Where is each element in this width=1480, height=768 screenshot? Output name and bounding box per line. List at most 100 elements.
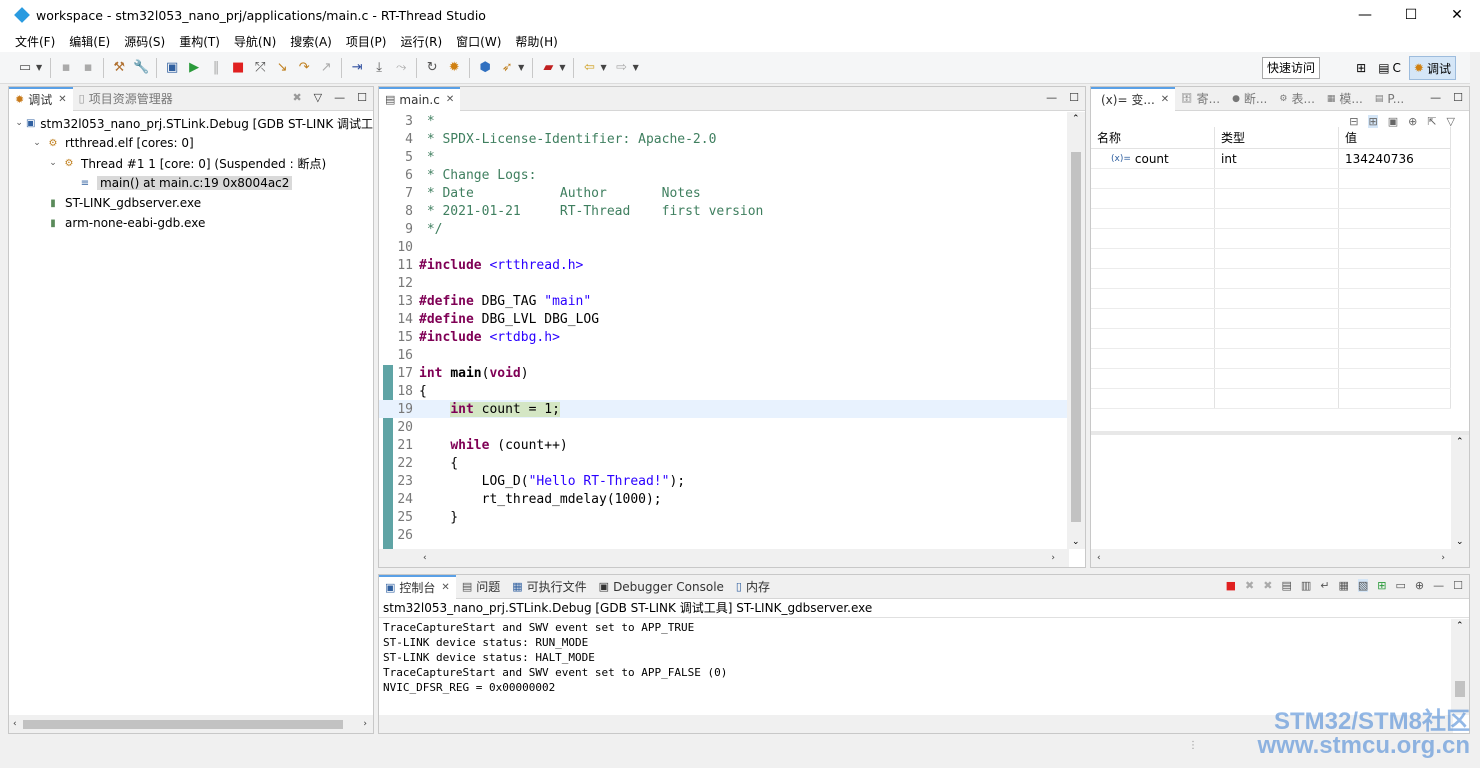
code-line[interactable]: 5 *: [379, 148, 1067, 166]
disconnect-icon[interactable]: ⤱: [249, 57, 271, 79]
code-line[interactable]: 21 while (count++): [379, 436, 1067, 454]
horizontal-scrollbar[interactable]: ‹ ›: [9, 715, 373, 733]
menu-item-0[interactable]: 文件(F): [8, 33, 62, 50]
code-line[interactable]: 18 {: [379, 382, 1067, 400]
horizontal-scrollbar[interactable]: ‹ ›: [379, 549, 1069, 567]
code-line[interactable]: 19 int count = 1;: [379, 400, 1067, 418]
close-tab-icon[interactable]: ✕: [446, 94, 454, 105]
code-line[interactable]: 16: [379, 346, 1067, 364]
perspective-debug-button[interactable]: ✹ 调试: [1408, 56, 1456, 80]
scroll-right-icon[interactable]: ›: [363, 719, 367, 729]
new-console-icon[interactable]: ⊕: [1415, 579, 1424, 592]
download-dropdown-icon[interactable]: ▼: [518, 63, 524, 72]
code-line[interactable]: 12: [379, 274, 1067, 292]
tab-project-explorer[interactable]: ▯ 项目资源管理器: [73, 87, 179, 111]
minimize-button[interactable]: —: [1342, 0, 1388, 30]
pin-console-icon[interactable]: ▧: [1357, 579, 1369, 592]
menu-item-7[interactable]: 运行(R): [393, 33, 449, 50]
code-line[interactable]: 7 * Date Author Notes: [379, 184, 1067, 202]
close-tab-icon[interactable]: ✕: [1161, 94, 1169, 105]
forward-dropdown-icon[interactable]: ▼: [633, 63, 639, 72]
scroll-down-icon[interactable]: ⌄: [1456, 537, 1464, 547]
open-console-icon[interactable]: ⊞: [1377, 579, 1386, 592]
console-icon[interactable]: ▣: [161, 57, 183, 79]
column-name-header[interactable]: 名称: [1091, 127, 1215, 148]
scroll-down-icon[interactable]: ⌄: [1072, 537, 1080, 547]
debug-tree-item[interactable]: ⌄ ⚙ Thread #1 1 [core: 0] (Suspended : 断点): [15, 153, 373, 173]
scroll-thumb[interactable]: [23, 720, 343, 729]
clear-console-icon[interactable]: ▤: [1281, 579, 1291, 592]
sdk-manager-icon[interactable]: ⬢: [474, 57, 496, 79]
minimize-view-icon[interactable]: —: [1433, 579, 1444, 592]
column-value-header[interactable]: 值: [1339, 127, 1451, 148]
minimize-view-icon[interactable]: —: [334, 91, 345, 104]
code-line[interactable]: 10: [379, 238, 1067, 256]
settings-wrench-icon[interactable]: 🔧: [130, 57, 152, 79]
code-line[interactable]: 24 rt_thread_mdelay(1000);: [379, 490, 1067, 508]
maximize-button[interactable]: ☐: [1388, 0, 1434, 30]
code-area[interactable]: 3 * 4 * SPDX-License-Identifier: Apache-2…: [379, 112, 1067, 549]
variables-tab-4[interactable]: ▦ 模...: [1321, 87, 1369, 111]
save-all-icon[interactable]: ▪: [77, 57, 99, 79]
debug-tree-item[interactable]: ⌄ ⚙ rtthread.elf [cores: 0]: [15, 133, 373, 153]
console-tab-4[interactable]: ▯ 内存: [730, 575, 776, 599]
console-output[interactable]: TraceCaptureStart and SWV event set to A…: [379, 618, 1469, 695]
code-line[interactable]: 22 {: [379, 454, 1067, 472]
console-tab-2[interactable]: ▦ 可执行文件: [506, 575, 592, 599]
close-tab-icon[interactable]: ✕: [441, 582, 449, 593]
scroll-left-icon[interactable]: ‹: [1097, 553, 1101, 563]
show-on-output-icon[interactable]: ▦: [1338, 579, 1348, 592]
debug-tree-item[interactable]: ≡ main() at main.c:19 0x8004ac2: [15, 173, 373, 193]
code-line[interactable]: 25 }: [379, 508, 1067, 526]
console-tab-0[interactable]: ▣ 控制台 ✕: [379, 574, 456, 599]
debug-bug-icon[interactable]: ✹: [443, 57, 465, 79]
vertical-scrollbar[interactable]: ⌃: [1451, 619, 1469, 715]
scroll-left-icon[interactable]: ‹: [13, 719, 17, 729]
forward-arrow-icon[interactable]: ⇨: [611, 57, 633, 79]
step-over-icon[interactable]: ↷: [293, 57, 315, 79]
menu-item-8[interactable]: 窗口(W): [449, 33, 508, 50]
code-line[interactable]: 9 */: [379, 220, 1067, 238]
resume-icon[interactable]: ▶: [183, 57, 205, 79]
menu-item-9[interactable]: 帮助(H): [508, 33, 564, 50]
new-dropdown-icon[interactable]: ▼: [36, 63, 42, 72]
code-line[interactable]: 6 * Change Logs:: [379, 166, 1067, 184]
download-rocket-icon[interactable]: ➶: [496, 57, 518, 79]
expand-chevron-icon[interactable]: ⌄: [15, 118, 23, 128]
scroll-thumb[interactable]: [1455, 681, 1465, 697]
terminate-icon[interactable]: ■: [1226, 579, 1236, 592]
code-line[interactable]: 11 #include <rtthread.h>: [379, 256, 1067, 274]
quick-access-button[interactable]: 快速访问: [1261, 57, 1320, 79]
new-icon[interactable]: ▭: [14, 57, 36, 79]
variables-tab-1[interactable]: 🗄 寄...: [1175, 87, 1226, 111]
vertical-scrollbar[interactable]: ⌃ ⌄: [1451, 435, 1469, 549]
display-console-icon[interactable]: ▭: [1396, 579, 1406, 592]
code-line[interactable]: 13 #define DBG_TAG "main": [379, 292, 1067, 310]
scroll-up-icon[interactable]: ⌃: [1456, 621, 1464, 631]
scroll-left-icon[interactable]: ‹: [423, 553, 427, 563]
code-line[interactable]: 8 * 2021-01-21 RT-Thread first version: [379, 202, 1067, 220]
tab-debug[interactable]: ✹ 调试 ✕: [9, 86, 73, 111]
close-tab-icon[interactable]: ✕: [58, 94, 66, 105]
code-line[interactable]: 20: [379, 418, 1067, 436]
vertical-scrollbar[interactable]: ⌃ ⌄: [1067, 112, 1085, 549]
debug-tree-item[interactable]: ⌄ ▣ stm32l053_nano_prj.STLink.Debug [GDB S…: [15, 113, 373, 133]
scroll-thumb[interactable]: [1071, 152, 1081, 522]
variables-tab-5[interactable]: ▤ P...: [1369, 87, 1410, 111]
instruction-stepping-icon[interactable]: ⇥: [346, 57, 368, 79]
drop-to-frame-icon[interactable]: ⤓: [368, 57, 390, 79]
menu-item-1[interactable]: 编辑(E): [62, 33, 117, 50]
maximize-view-icon[interactable]: ☐: [1453, 579, 1463, 592]
remove-terminated-icon[interactable]: ✖: [292, 91, 301, 104]
detail-pane[interactable]: ⌃ ⌄ ‹ ›: [1091, 431, 1469, 567]
remove-all-terminated-icon[interactable]: ✖: [1263, 579, 1272, 592]
code-line[interactable]: 23 LOG_D("Hello RT-Thread!");: [379, 472, 1067, 490]
maximize-view-icon[interactable]: ☐: [1069, 91, 1079, 104]
reset-icon[interactable]: ↻: [421, 57, 443, 79]
minimize-view-icon[interactable]: —: [1430, 91, 1441, 104]
suspend-icon[interactable]: ‖: [205, 57, 227, 79]
variables-tab-2[interactable]: ● 断...: [1226, 87, 1273, 111]
save-icon[interactable]: ▪: [55, 57, 77, 79]
step-return-icon[interactable]: ↗: [315, 57, 337, 79]
code-line[interactable]: 14 #define DBG_LVL DBG_LOG: [379, 310, 1067, 328]
